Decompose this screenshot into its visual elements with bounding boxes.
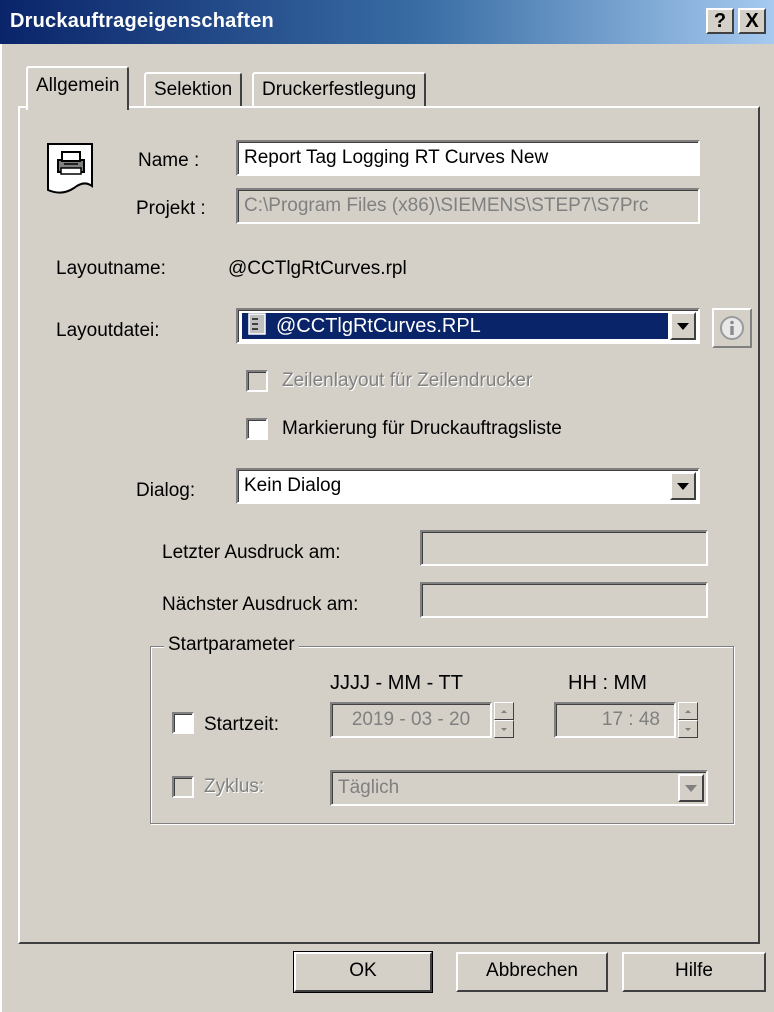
layoutname-label: Layoutname: — [56, 258, 166, 279]
dialog-label: Dialog: — [136, 480, 196, 501]
layoutname-value: @CCTlgRtCurves.rpl — [228, 258, 407, 279]
tab-allgemein[interactable]: Allgemein — [26, 66, 130, 110]
cycle-label: Zyklus: — [204, 776, 265, 797]
mark-checkbox[interactable] — [246, 418, 268, 440]
tab-druckerfestlegung[interactable]: Druckerfestlegung — [252, 72, 427, 108]
ok-button[interactable]: OK — [293, 951, 433, 993]
last-print-label: Letzter Ausdruck am: — [162, 542, 341, 563]
chevron-down-icon — [677, 482, 689, 490]
layout-file-icon — [248, 312, 266, 341]
name-label: Name : — [138, 150, 200, 171]
info-button[interactable] — [712, 308, 752, 348]
project-label: Projekt : — [136, 198, 206, 219]
date-format-header: JJJJ - MM - TT — [330, 672, 463, 694]
chevron-down-icon — [677, 322, 689, 330]
cancel-button[interactable]: Abbrechen — [456, 952, 608, 992]
starttime-checkbox[interactable] — [172, 712, 194, 734]
info-icon — [720, 316, 744, 340]
date-spin-up[interactable] — [494, 702, 514, 720]
help-button[interactable]: Hilfe — [622, 952, 766, 992]
layoutfile-label: Layoutdatei: — [56, 320, 160, 341]
layoutfile-dropdown-button[interactable] — [670, 312, 696, 340]
arrow-up-icon — [501, 709, 507, 713]
next-print-field[interactable] — [420, 582, 708, 618]
starttime-label: Startzeit: — [204, 714, 279, 735]
cycle-combo[interactable]: Täglich — [330, 770, 708, 806]
chevron-down-icon — [685, 784, 697, 792]
help-caption-button[interactable]: ? — [706, 8, 734, 34]
start-parameter-legend: Startparameter — [164, 634, 299, 656]
project-field[interactable]: C:\Program Files (x86)\SIEMENS\STEP7\S7P… — [236, 188, 700, 224]
mark-label: Markierung für Druckauftragsliste — [282, 418, 562, 439]
arrow-down-icon — [501, 727, 507, 731]
arrow-down-icon — [685, 727, 691, 731]
next-print-label: Nächster Ausdruck am: — [162, 594, 359, 615]
time-spin-up[interactable] — [678, 702, 698, 720]
time-spin-down[interactable] — [678, 720, 698, 738]
line-layout-label: Zeilenlayout für Zeilendrucker — [282, 370, 533, 391]
start-time-field[interactable]: 17 : 48 — [554, 702, 676, 738]
dialog-selected: Kein Dialog — [244, 475, 342, 496]
start-date-field[interactable]: 2019 - 03 - 20 — [330, 702, 492, 738]
time-format-header: HH : MM — [568, 672, 647, 694]
title-bar[interactable]: Druckauftrageigenschaften ? X — [0, 0, 774, 44]
dialog-dropdown-button[interactable] — [670, 472, 696, 500]
line-layout-checkbox[interactable] — [246, 370, 268, 392]
tab-selektion[interactable]: Selektion — [144, 72, 243, 108]
layoutfile-selected: @CCTlgRtCurves.RPL — [276, 315, 481, 337]
close-caption-button[interactable]: X — [738, 8, 766, 34]
dialog-combo[interactable]: Kein Dialog — [236, 468, 700, 504]
cycle-dropdown-button[interactable] — [678, 774, 704, 802]
layoutfile-combo[interactable]: @CCTlgRtCurves.RPL — [236, 308, 700, 344]
date-spinner[interactable] — [494, 702, 514, 738]
window-title: Druckauftrageigenschaften — [10, 10, 274, 32]
last-print-field[interactable] — [420, 530, 708, 566]
arrow-up-icon — [685, 709, 691, 713]
cycle-selected: Täglich — [338, 777, 400, 798]
cycle-checkbox[interactable] — [172, 776, 194, 798]
time-spinner[interactable] — [678, 702, 698, 738]
date-spin-down[interactable] — [494, 720, 514, 738]
name-field[interactable]: Report Tag Logging RT Curves New — [236, 140, 700, 176]
print-job-icon — [44, 140, 104, 198]
